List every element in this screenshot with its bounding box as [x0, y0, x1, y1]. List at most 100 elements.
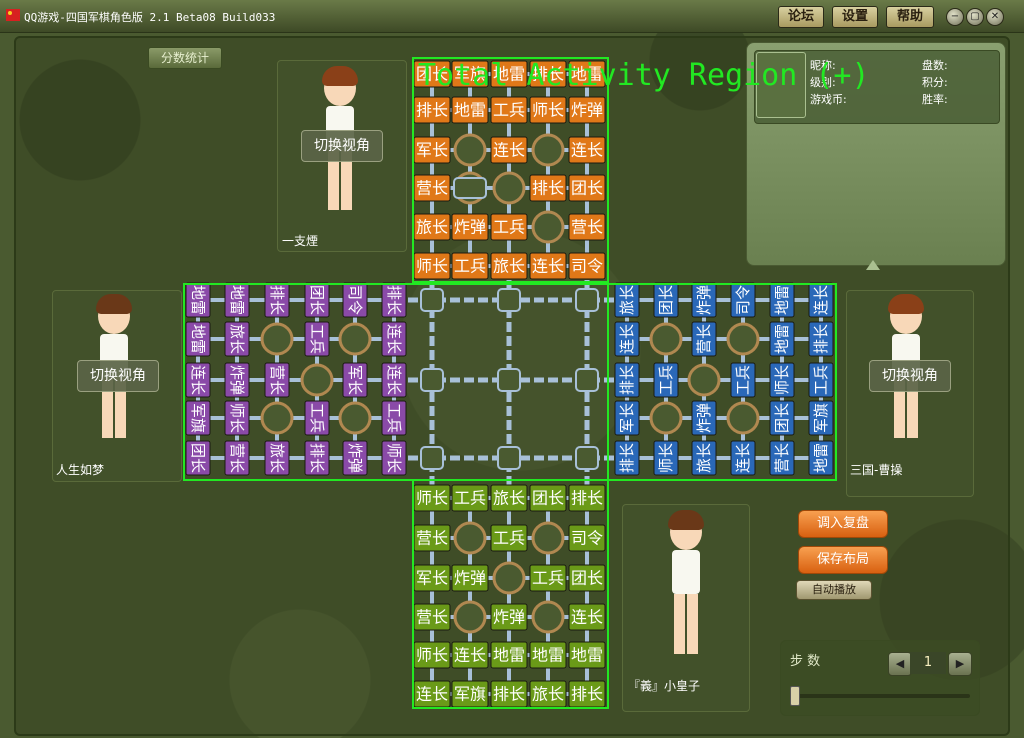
camp-circle[interactable]: [338, 401, 372, 435]
piece-top-label: 师长: [532, 101, 564, 120]
piece-left-label: 连长: [385, 365, 403, 395]
piece-bottom-label: 工兵: [454, 489, 486, 508]
center-station[interactable]: [575, 288, 599, 312]
piece-left-label: 团长: [189, 443, 207, 473]
piece-left-label: 连长: [385, 324, 403, 354]
piece-left-label: 排长: [385, 285, 403, 315]
camp-circle[interactable]: [531, 600, 565, 634]
camp-circle[interactable]: [726, 401, 760, 435]
piece-bottom-label: 旅长: [532, 685, 564, 704]
camp-circle[interactable]: [260, 322, 294, 356]
piece-top-label: 工兵: [454, 257, 486, 276]
camp-circle[interactable]: [649, 322, 683, 356]
piece-left-label: 旅长: [268, 443, 286, 473]
piece-left-label: 军旗: [189, 403, 207, 433]
piece-bottom-label: 连长: [454, 646, 486, 665]
piece-right-label: 工兵: [812, 365, 830, 395]
piece-right-label: 师长: [657, 443, 675, 473]
station-empty[interactable]: [453, 177, 487, 199]
camp-circle[interactable]: [453, 133, 487, 167]
piece-bottom-label: 军长: [416, 569, 448, 588]
center-station[interactable]: [420, 446, 444, 470]
piece-left-label: 工兵: [385, 403, 403, 433]
piece-right-label: 炸弹: [695, 403, 713, 433]
piece-top-label: 工兵: [493, 218, 525, 237]
piece-bottom-label: 排长: [571, 685, 603, 704]
piece-left-label: 排长: [268, 285, 286, 315]
piece-left-label: 排长: [308, 443, 326, 473]
piece-right-label: 连长: [812, 285, 830, 315]
camp-circle[interactable]: [492, 171, 526, 205]
piece-top-label: 连长: [493, 141, 525, 160]
piece-right-label: 工兵: [734, 365, 752, 395]
camp-circle[interactable]: [726, 322, 760, 356]
piece-right-label: 军长: [618, 403, 636, 433]
piece-bottom-label: 工兵: [532, 569, 564, 588]
center-station[interactable]: [575, 368, 599, 392]
center-station[interactable]: [497, 288, 521, 312]
piece-top-label: 连长: [571, 141, 603, 160]
piece-bottom-label: 排长: [571, 489, 603, 508]
piece-bottom-label: 旅长: [493, 489, 525, 508]
piece-left-label: 团长: [308, 285, 326, 315]
piece-left-label: 营长: [268, 365, 286, 395]
piece-left-label: 军长: [346, 365, 364, 395]
piece-top-label: 团长: [571, 179, 603, 198]
piece-bottom-label: 连长: [416, 685, 448, 704]
piece-bottom-label: 炸弹: [493, 608, 525, 627]
piece-right-label: 营长: [695, 324, 713, 354]
piece-left-label: 连长: [189, 365, 207, 395]
piece-right-label: 连长: [734, 443, 752, 473]
piece-left-label: 炸弹: [346, 443, 364, 473]
piece-left-label: 营长: [228, 443, 246, 473]
piece-left-label: 工兵: [308, 324, 326, 354]
camp-circle[interactable]: [531, 133, 565, 167]
piece-top-label: 连长: [532, 257, 564, 276]
piece-bottom-label: 师长: [416, 646, 448, 665]
camp-circle[interactable]: [531, 210, 565, 244]
piece-left-label: 炸弹: [228, 365, 246, 395]
piece-right-label: 工兵: [657, 365, 675, 395]
camp-circle[interactable]: [687, 363, 721, 397]
camp-circle[interactable]: [300, 363, 334, 397]
piece-left-label: 地雷: [189, 285, 207, 315]
activity-region-label: Total Activity Region (+): [418, 58, 870, 93]
piece-top-label: 排长: [532, 179, 564, 198]
piece-top-label: 师长: [416, 257, 448, 276]
piece-bottom-label: 排长: [493, 685, 525, 704]
piece-bottom-label: 营长: [416, 529, 448, 548]
piece-bottom-label: 师长: [416, 489, 448, 508]
piece-right-label: 团长: [773, 403, 791, 433]
camp-circle[interactable]: [492, 561, 526, 595]
piece-right-label: 炸弹: [695, 285, 713, 315]
center-station[interactable]: [497, 368, 521, 392]
center-station[interactable]: [497, 446, 521, 470]
piece-top-label: 炸弹: [454, 218, 486, 237]
piece-bottom-label: 团长: [532, 489, 564, 508]
center-station[interactable]: [575, 446, 599, 470]
camp-circle[interactable]: [453, 600, 487, 634]
piece-left-label: 司令: [346, 285, 364, 315]
camp-circle[interactable]: [649, 401, 683, 435]
piece-left-label: 旅长: [228, 324, 246, 354]
game-window: QQ游戏-四国军棋角色版 2.1 Beta08 Build033 论坛 设置 帮…: [0, 0, 1024, 738]
piece-bottom-label: 营长: [416, 608, 448, 627]
camp-circle[interactable]: [338, 322, 372, 356]
camp-circle[interactable]: [453, 521, 487, 555]
piece-right-label: 旅长: [618, 285, 636, 315]
piece-right-label: 排长: [812, 324, 830, 354]
piece-right-label: 地雷: [773, 285, 791, 315]
piece-bottom-label: 军旗: [454, 685, 486, 704]
piece-right-label: 地雷: [812, 443, 830, 473]
piece-bottom-label: 团长: [571, 569, 603, 588]
piece-right-label: 司令: [734, 285, 752, 315]
piece-left-label: 地雷: [228, 285, 246, 315]
center-station[interactable]: [420, 368, 444, 392]
camp-circle[interactable]: [260, 401, 294, 435]
piece-right-label: 旅长: [695, 443, 713, 473]
camp-circle[interactable]: [531, 521, 565, 555]
piece-top-label: 排长: [416, 101, 448, 120]
piece-top-label: 工兵: [493, 101, 525, 120]
center-station[interactable]: [420, 288, 444, 312]
piece-bottom-label: 司令: [571, 529, 603, 548]
